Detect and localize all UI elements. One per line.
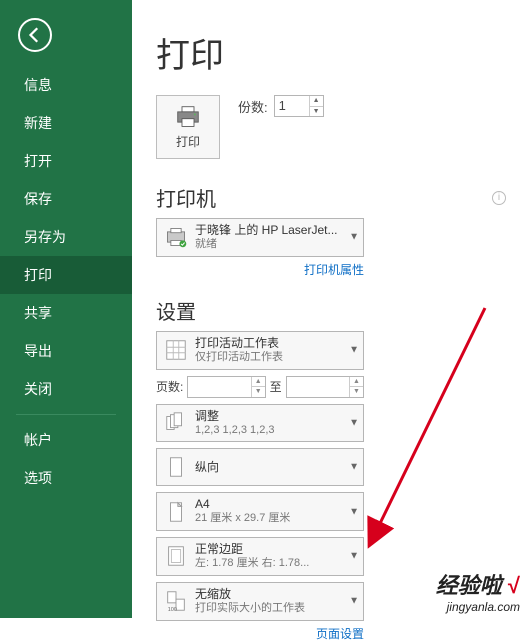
printer-properties-link[interactable]: 打印机属性 — [156, 261, 364, 278]
margins-line2: 左: 1.78 厘米 右: 1.78... — [195, 557, 309, 571]
chevron-down-icon: ▼ — [349, 417, 359, 428]
margins-dropdown[interactable]: 正常边距 左: 1.78 厘米 右: 1.78... ▼ — [156, 537, 364, 576]
scale-dropdown[interactable]: 100 无缩放 打印实际大小的工作表 ▼ — [156, 582, 364, 621]
chevron-down-icon: ▼ — [349, 596, 359, 607]
copies-label: 份数: — [238, 97, 268, 116]
copies-spinner[interactable]: 1 ▲ ▼ — [274, 95, 324, 117]
orientation-line1: 纵向 — [195, 460, 219, 475]
chevron-down-icon: ▼ — [349, 345, 359, 356]
printer-icon — [174, 105, 202, 129]
collate-dropdown[interactable]: 调整 1,2,3 1,2,3 1,2,3 ▼ — [156, 404, 364, 443]
copies-down[interactable]: ▼ — [310, 107, 323, 117]
pages-label: 页数: — [156, 378, 183, 395]
pages-to-label: 至 — [270, 378, 282, 395]
paper-line1: A4 — [195, 497, 290, 512]
chevron-down-icon: ▼ — [349, 506, 359, 517]
nav-item-open[interactable]: 打开 — [0, 142, 132, 180]
margins-icon — [163, 543, 189, 569]
printer-section-title: 打印机 i — [156, 183, 524, 212]
scale-icon: 100 — [163, 588, 189, 614]
main-panel: 打印 打印 份数: 1 ▲ ▼ 打印机 i — [132, 0, 524, 618]
settings-section-title: 设置 — [156, 296, 524, 325]
nav-item-account[interactable]: 帐户 — [0, 421, 132, 459]
nav-item-share[interactable]: 共享 — [0, 294, 132, 332]
printer-device-icon — [163, 224, 189, 250]
nav-item-info[interactable]: 信息 — [0, 66, 132, 104]
paper-line2: 21 厘米 x 29.7 厘米 — [195, 512, 290, 526]
watermark: 经验啦 √ jingyanla.com — [436, 568, 520, 614]
print-button[interactable]: 打印 — [156, 95, 220, 159]
collate-icon — [163, 410, 189, 436]
back-button[interactable] — [18, 18, 52, 52]
portrait-icon — [163, 454, 189, 480]
page-title: 打印 — [156, 28, 524, 77]
nav-item-new[interactable]: 新建 — [0, 104, 132, 142]
chevron-down-icon: ▼ — [349, 551, 359, 562]
nav-item-print[interactable]: 打印 — [0, 256, 132, 294]
arrow-left-icon — [26, 26, 44, 44]
nav-list: 信息 新建 打开 保存 另存为 打印 共享 导出 关闭 — [0, 66, 132, 408]
nav-item-export[interactable]: 导出 — [0, 332, 132, 370]
copies-value: 1 — [279, 98, 286, 113]
margins-line1: 正常边距 — [195, 542, 309, 557]
page-setup-link[interactable]: 页面设置 — [156, 625, 364, 642]
printer-name: 于晓锋 上的 HP LaserJet... — [195, 223, 337, 238]
sheets-icon — [163, 337, 189, 363]
copies-up[interactable]: ▲ — [310, 96, 323, 107]
page-from-input[interactable]: ▲▼ — [187, 376, 265, 398]
chevron-down-icon: ▼ — [349, 462, 359, 473]
scale-line1: 无缩放 — [195, 587, 305, 602]
collate-line1: 调整 — [195, 409, 275, 424]
print-button-label: 打印 — [176, 133, 200, 150]
print-scope-dropdown[interactable]: 打印活动工作表 仅打印活动工作表 ▼ — [156, 331, 364, 370]
nav-item-saveas[interactable]: 另存为 — [0, 218, 132, 256]
nav-list-2: 帐户 选项 — [0, 421, 132, 497]
scope-line1: 打印活动工作表 — [195, 336, 283, 351]
scope-line2: 仅打印活动工作表 — [195, 351, 283, 365]
paper-dropdown[interactable]: A4 21 厘米 x 29.7 厘米 ▼ — [156, 492, 364, 531]
scale-line2: 打印实际大小的工作表 — [195, 602, 305, 616]
nav-item-save[interactable]: 保存 — [0, 180, 132, 218]
svg-text:100: 100 — [168, 607, 177, 613]
printer-status: 就绪 — [195, 238, 337, 252]
nav-separator — [16, 414, 116, 415]
nav-item-close[interactable]: 关闭 — [0, 370, 132, 408]
nav-item-options[interactable]: 选项 — [0, 459, 132, 497]
printer-dropdown[interactable]: 于晓锋 上的 HP LaserJet... 就绪 ▼ — [156, 218, 364, 257]
page-to-input[interactable]: ▲▼ — [286, 376, 364, 398]
collate-line2: 1,2,3 1,2,3 1,2,3 — [195, 424, 275, 438]
pages-row: 页数: ▲▼ 至 ▲▼ — [156, 376, 364, 398]
sidebar: 信息 新建 打开 保存 另存为 打印 共享 导出 关闭 帐户 选项 — [0, 0, 132, 618]
chevron-down-icon: ▼ — [349, 232, 359, 243]
orientation-dropdown[interactable]: 纵向 ▼ — [156, 448, 364, 486]
paper-icon — [163, 499, 189, 525]
printer-info-icon[interactable]: i — [492, 191, 506, 205]
